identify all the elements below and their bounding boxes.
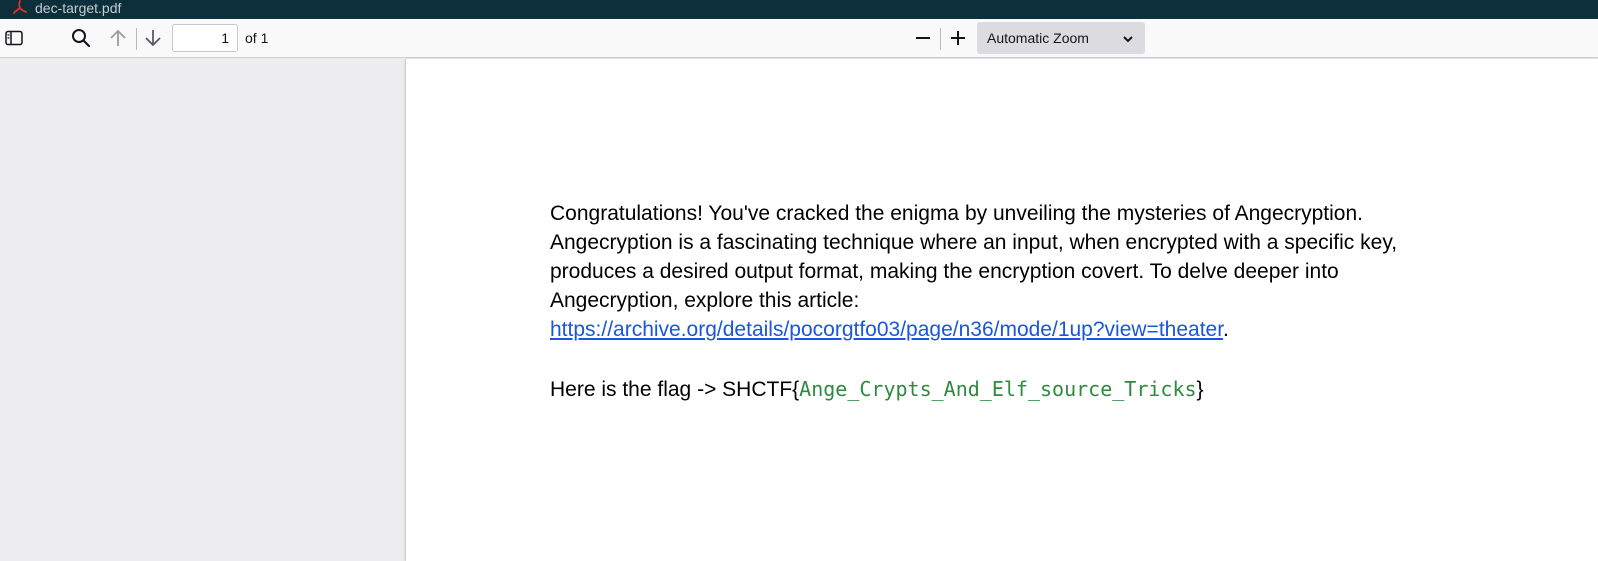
window-title: dec-target.pdf: [35, 0, 122, 16]
sidebar-toggle-button[interactable]: [0, 24, 28, 52]
pdf-file-icon: [13, 0, 27, 14]
flag-line: Here is the flag -> SHCTF{Ange_Crypts_An…: [550, 375, 1450, 404]
viewer-background: [0, 58, 406, 561]
zoom-out-button[interactable]: [909, 24, 937, 52]
pdf-page: Congratulations! You've cracked the enig…: [406, 59, 1598, 561]
page-number-input[interactable]: [172, 24, 238, 52]
paragraph-text: Congratulations! You've cracked the enig…: [550, 202, 1398, 312]
toolbar-separator: [136, 28, 137, 50]
next-page-button[interactable]: [139, 24, 167, 52]
chevron-down-icon: [1123, 36, 1133, 43]
minus-icon: [916, 37, 930, 39]
window-titlebar: dec-target.pdf: [0, 0, 1598, 19]
plus-icon: [951, 31, 965, 45]
zoom-selected-value: Automatic Zoom: [987, 30, 1089, 46]
document-text: Congratulations! You've cracked the enig…: [550, 199, 1450, 404]
article-link[interactable]: https://archive.org/details/pocorgtfo03/…: [550, 318, 1223, 341]
flag-prefix: Here is the flag -> SHCTF{: [550, 378, 800, 401]
arrow-up-icon: [110, 29, 126, 46]
search-icon: [72, 29, 91, 48]
find-button[interactable]: [67, 24, 95, 52]
previous-page-button[interactable]: [104, 24, 132, 52]
page-count-label: of 1: [245, 30, 269, 46]
intro-paragraph: Congratulations! You've cracked the enig…: [550, 199, 1450, 344]
pdf-toolbar: of 1 Automatic Zoom: [0, 19, 1598, 58]
link-period: .: [1223, 318, 1229, 341]
flag-value: Ange_Crypts_And_Elf_source_Tricks: [799, 377, 1197, 401]
toolbar-separator: [940, 28, 941, 50]
sidebar-toggle-icon: [5, 30, 23, 46]
flag-suffix: }: [1196, 378, 1204, 401]
zoom-select[interactable]: Automatic Zoom: [977, 22, 1145, 54]
arrow-down-icon: [145, 30, 161, 47]
zoom-in-button[interactable]: [944, 24, 972, 52]
